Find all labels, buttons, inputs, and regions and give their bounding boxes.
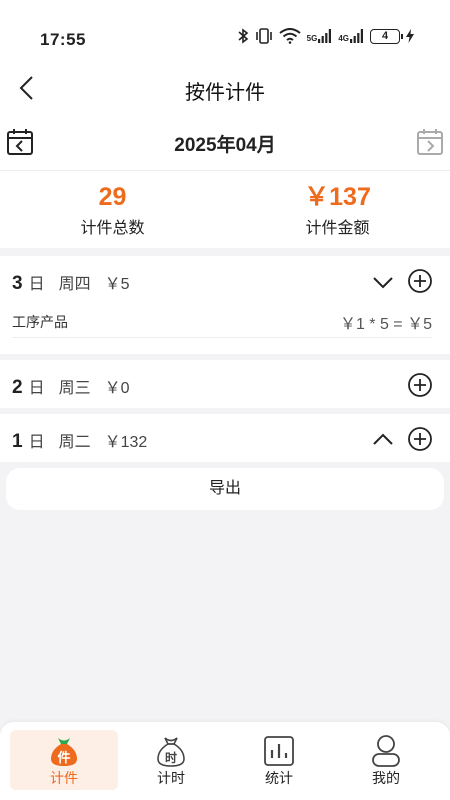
day-amount: ￥0 xyxy=(104,380,130,397)
add-circle-icon[interactable] xyxy=(407,372,433,398)
day-card-1: 1 日 周二 ￥132 xyxy=(0,414,450,462)
nav-bar: 按件计件 xyxy=(0,64,450,112)
day-amount: ￥5 xyxy=(104,276,130,293)
chevron-down-icon[interactable] xyxy=(371,270,395,294)
day-unit: 日 xyxy=(28,380,45,397)
list-item[interactable]: 工序产品 ￥1 * 5 = ￥5 xyxy=(12,308,432,338)
svg-text:时: 时 xyxy=(165,750,177,765)
month-label: 2025年04月 xyxy=(174,135,276,156)
day-card-3: 3 日 周四 ￥5 工序产品 ￥1 * 5 = ￥5 xyxy=(0,256,450,354)
charging-bolt-icon xyxy=(406,29,414,43)
month-selector: 2025年04月 xyxy=(0,112,450,170)
item-name: 工序产品 xyxy=(12,314,68,330)
profile-person-icon xyxy=(372,735,400,767)
summary-amount: ￥137 计件金额 xyxy=(225,171,450,248)
amount-label: 计件金额 xyxy=(305,220,370,237)
add-circle-icon[interactable] xyxy=(407,268,433,294)
day-number: 3 xyxy=(12,273,23,294)
tab-label: 计件 xyxy=(50,770,78,786)
add-circle-icon[interactable] xyxy=(407,426,433,452)
day-unit: 日 xyxy=(28,276,45,293)
amount-value: ￥137 xyxy=(304,183,371,211)
summary-count: 29 计件总数 xyxy=(0,171,225,248)
svg-text:件: 件 xyxy=(57,750,70,766)
vibrate-icon xyxy=(255,28,272,44)
chevron-up-icon[interactable] xyxy=(371,428,395,452)
timing-bag-icon: 时 xyxy=(157,737,185,767)
signal-5g-label: 5G xyxy=(306,34,318,43)
day-number: 1 xyxy=(12,431,23,452)
page-title: 按件计件 xyxy=(185,82,265,104)
signal-bars-icon xyxy=(350,29,363,43)
count-value: 29 xyxy=(98,183,127,211)
calendar-next-icon[interactable] xyxy=(416,128,444,156)
bluetooth-icon xyxy=(238,28,248,44)
item-formula: ￥1 * 5 = ￥5 xyxy=(339,316,432,333)
tab-statistics[interactable]: 统计 xyxy=(225,730,333,790)
day-header[interactable]: 3 日 周四 ￥5 xyxy=(12,270,130,295)
summary-panel: 29 计件总数 ￥137 计件金额 xyxy=(0,170,450,248)
export-button[interactable]: 导出 xyxy=(6,468,444,510)
status-time: 17:55 xyxy=(40,30,86,49)
day-unit: 日 xyxy=(28,434,45,451)
tab-piecework[interactable]: 件 计件 xyxy=(10,730,118,790)
count-label: 计件总数 xyxy=(80,220,145,237)
day-weekday: 周三 xyxy=(58,380,91,397)
wifi-icon xyxy=(279,28,301,44)
day-number: 2 xyxy=(12,377,23,398)
signal-4g-label: 4G xyxy=(338,34,349,43)
tab-label: 计时 xyxy=(157,770,185,786)
day-weekday: 周四 xyxy=(58,276,91,293)
day-header[interactable]: 2 日 周三 ￥0 xyxy=(12,374,130,399)
signal-4g: 4G xyxy=(338,29,364,43)
tab-label: 统计 xyxy=(265,770,293,786)
tab-timing[interactable]: 时 计时 xyxy=(117,730,225,790)
day-card-2: 2 日 周三 ￥0 xyxy=(0,360,450,408)
battery-icon: 4 xyxy=(370,28,403,44)
bottom-tab-bar: 件 计件 时 计时 统计 我的 xyxy=(0,722,450,800)
signal-bars-icon xyxy=(318,29,332,43)
signal-5g: 5G xyxy=(307,29,333,43)
day-header[interactable]: 1 日 周二 ￥132 xyxy=(12,428,147,453)
piecework-bag-icon: 件 xyxy=(51,738,77,766)
tab-profile[interactable]: 我的 xyxy=(332,730,440,790)
tab-label: 我的 xyxy=(372,770,400,786)
day-amount: ￥132 xyxy=(104,434,148,451)
day-weekday: 周二 xyxy=(58,434,91,451)
status-icons: 5G 4G 4 xyxy=(237,28,414,44)
statistics-chart-icon xyxy=(264,736,294,766)
